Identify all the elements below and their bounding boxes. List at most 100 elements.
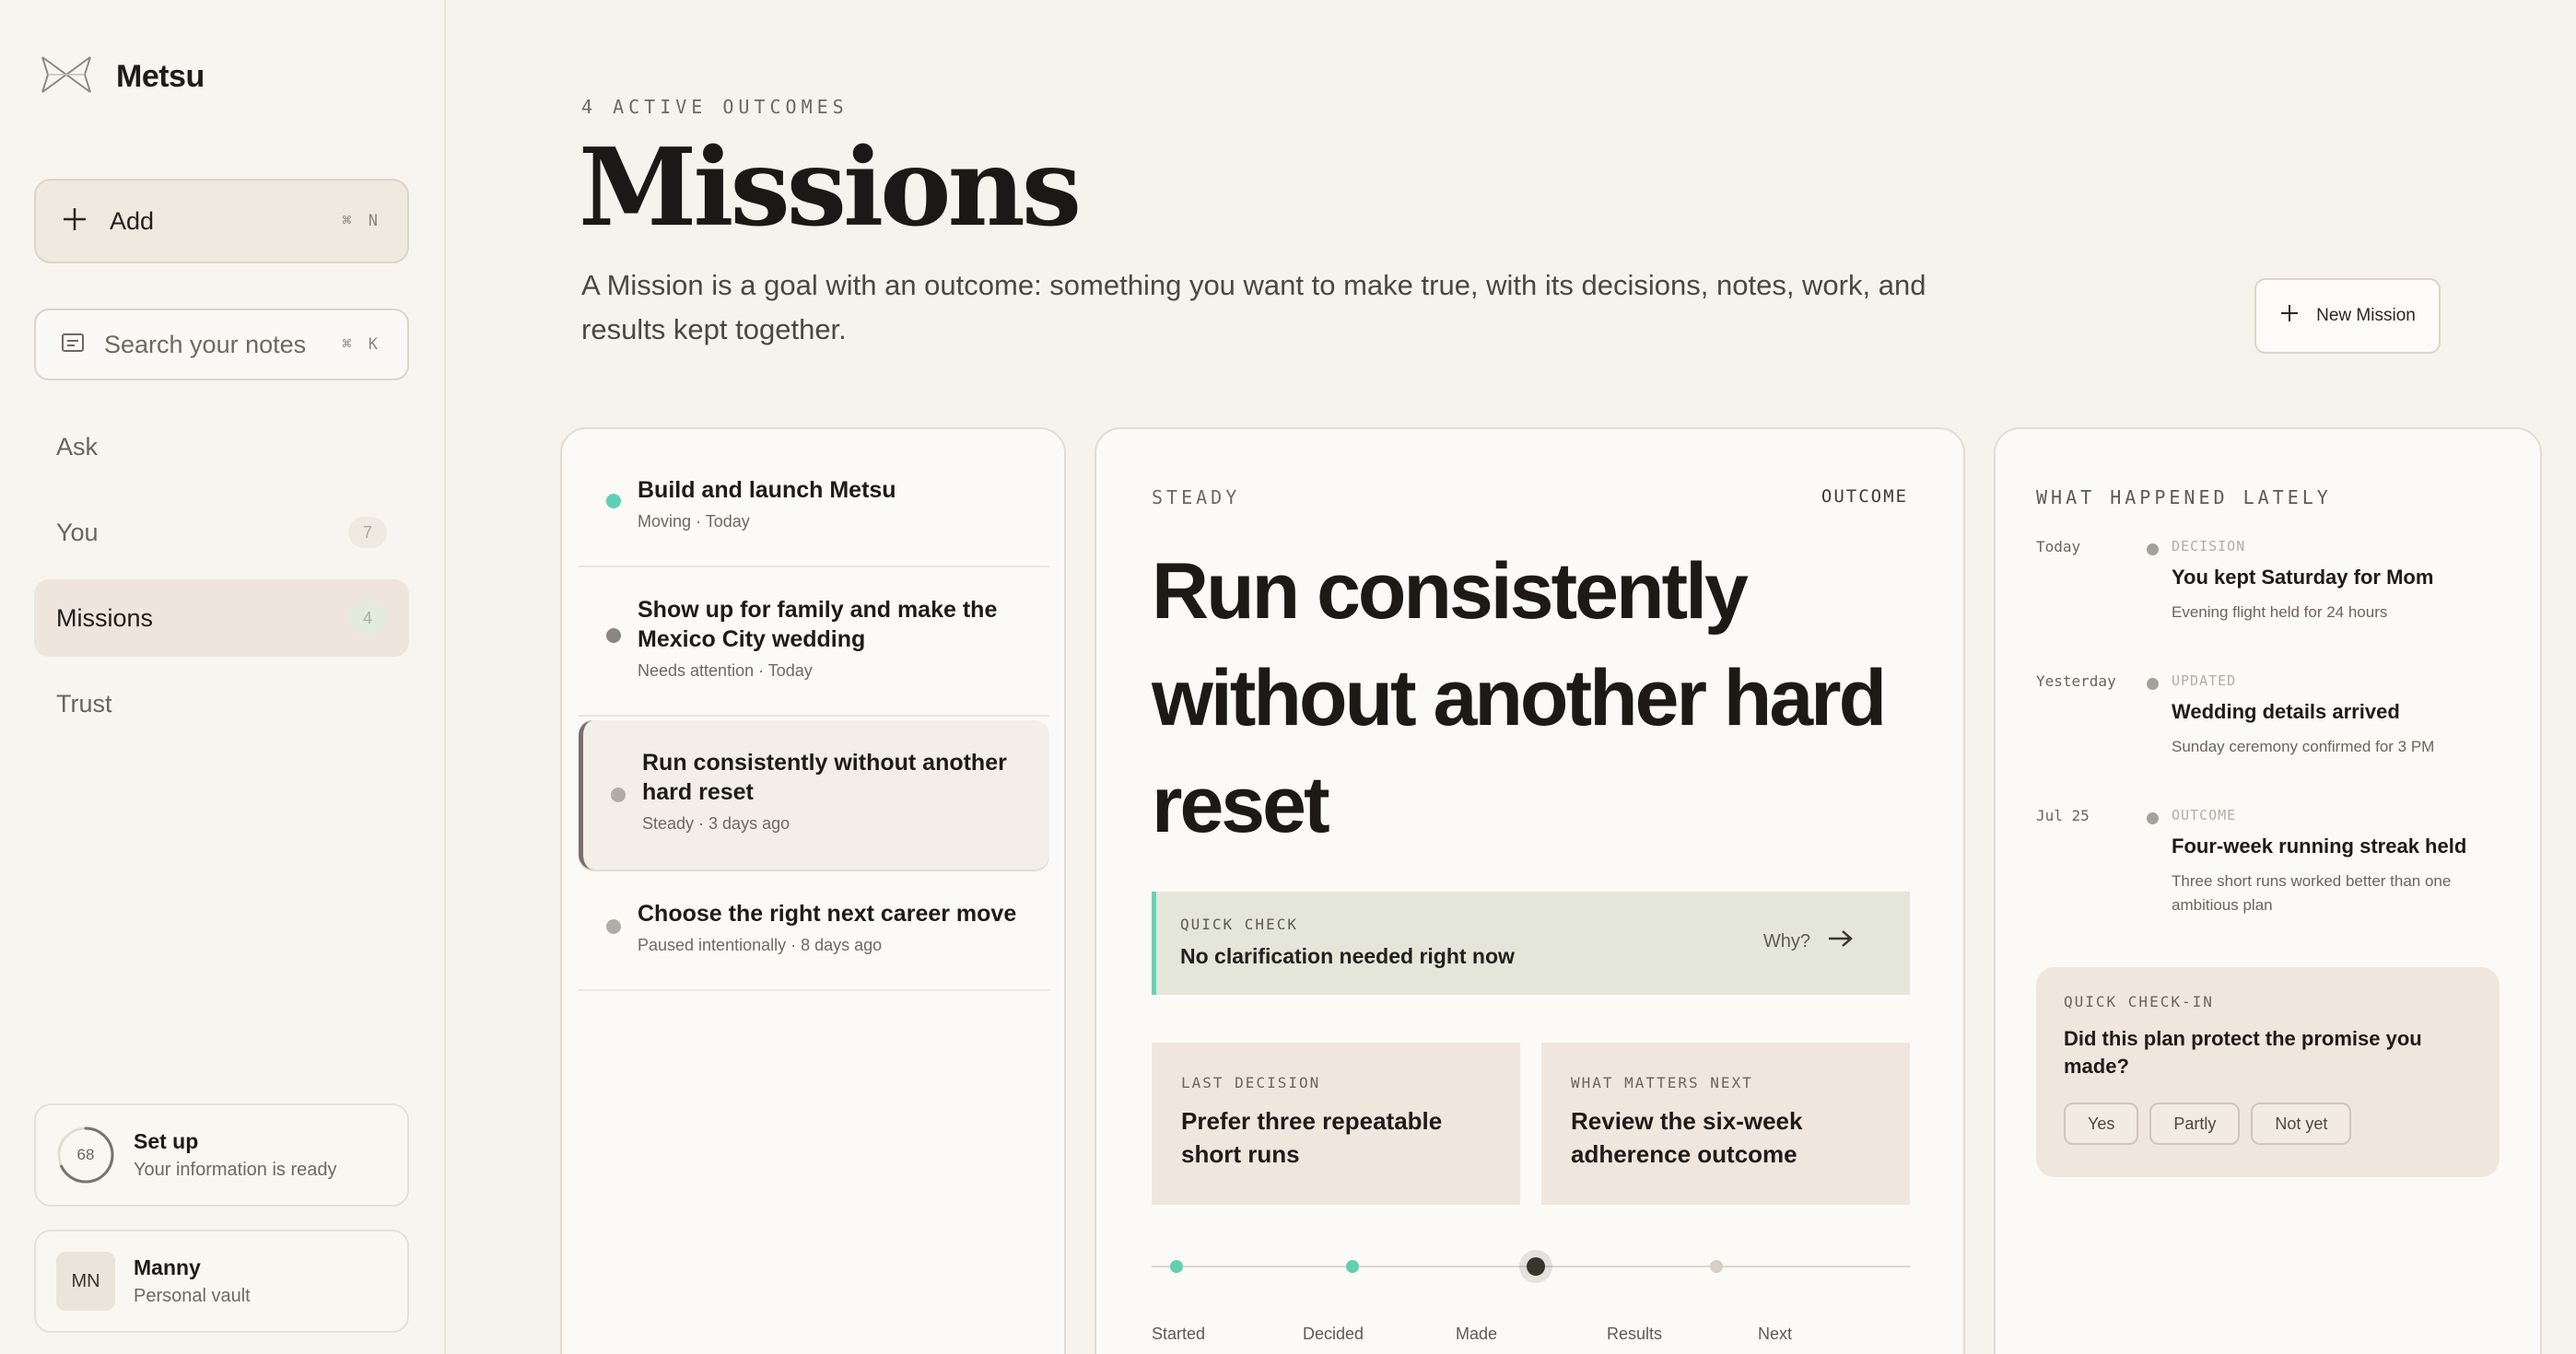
feed-dot — [2147, 812, 2159, 824]
search-placeholder: Search your notes — [104, 330, 307, 358]
mission-meta: Paused intentionally · 8 days ago — [638, 936, 883, 954]
feed-dot — [2147, 678, 2159, 690]
mission-item[interactable]: Choose the right next career move Paused… — [579, 899, 1049, 973]
feed-kind: DECISION — [2172, 538, 2246, 554]
brand[interactable]: Metsu — [41, 55, 205, 99]
mission-kind: OUTCOME — [1821, 486, 1908, 507]
mission-status: STEADY — [1152, 486, 1241, 508]
feed-when: Jul 25 — [2036, 807, 2090, 824]
mission-title: Choose the right next career move — [638, 901, 1017, 927]
setup-progress-value: 68 — [76, 1146, 95, 1163]
feed-sub: Three short runs worked better than one … — [2172, 872, 2452, 914]
quick-check: QUICK CHECK No clarification needed righ… — [1152, 892, 1910, 995]
arrow-right-icon — [1827, 928, 1855, 954]
timeline-dot-started — [1170, 1260, 1183, 1273]
nav-item-ask[interactable]: Ask — [34, 408, 409, 485]
page-description: A Mission is a goal with an outcome: som… — [581, 269, 1926, 345]
setup-title: Set up — [134, 1129, 199, 1153]
nav-item-missions[interactable]: Missions 4 — [34, 579, 409, 657]
activity-feed: WHAT HAPPENED LATELY Today DECISION You … — [1994, 427, 2542, 1354]
why-label: Why? — [1762, 930, 1810, 951]
user-card[interactable]: MN Manny Personal vault — [34, 1230, 409, 1333]
app-name: Metsu — [116, 59, 205, 94]
mission-item-selected[interactable]: Run consistently without another hard re… — [579, 720, 1049, 870]
checkin-yes-button[interactable]: Yes — [2064, 1103, 2139, 1145]
metsu-logo-icon — [41, 55, 92, 99]
nav-label: Ask — [56, 432, 99, 461]
next-text: Review the six-week adherence outcome — [1571, 1107, 1803, 1168]
mission-title: Build and launch Metsu — [638, 477, 896, 503]
feed-title: WHAT HAPPENED LATELY — [2036, 486, 2332, 508]
status-dot — [606, 919, 621, 934]
mission-meta: Needs attention · Today — [638, 661, 813, 680]
avatar: MN — [56, 1252, 115, 1311]
feed-kind: OUTCOME — [2172, 807, 2237, 823]
last-decision-label: LAST DECISION — [1181, 1074, 1321, 1091]
page-eyebrow: 4 ACTIVE OUTCOMES — [581, 96, 849, 118]
checkin-not-yet-button[interactable]: Not yet — [2251, 1103, 2352, 1145]
nav-label: Trust — [56, 689, 112, 718]
last-decision-card: LAST DECISION Prefer three repeatable sh… — [1152, 1043, 1520, 1205]
nav-label: Missions — [56, 603, 154, 632]
timeline-label: Results — [1607, 1325, 1663, 1343]
status-dot — [611, 788, 626, 802]
feed-sub: Sunday ceremony confirmed for 3 PM — [2172, 738, 2435, 755]
timeline-label: Made — [1456, 1325, 1498, 1343]
nav-label: You — [56, 518, 99, 546]
page-title: Missions — [579, 125, 1082, 251]
new-mission-button[interactable]: New Mission — [2254, 278, 2441, 354]
add-label: Add — [110, 206, 155, 235]
search-shortcut: ⌘ K — [342, 335, 381, 354]
mission-title: Run consistently without another hard re… — [642, 750, 1007, 805]
feed-when: Today — [2036, 538, 2081, 555]
nav-item-trust[interactable]: Trust — [34, 665, 409, 742]
status-dot — [606, 628, 621, 643]
mission-title: Show up for family and make the Mexico C… — [638, 597, 998, 652]
sidebar: Metsu Add ⌘ N Search your notes ⌘ K Ask … — [0, 0, 446, 1354]
search-input[interactable]: Search your notes ⌘ K — [34, 309, 409, 380]
setup-card[interactable]: 68 Set up Your information is ready — [34, 1103, 409, 1207]
mission-title: Run consistently without another hard re… — [1152, 547, 1887, 849]
nav-badge: 4 — [348, 602, 387, 634]
divider — [579, 715, 1049, 717]
divider — [579, 989, 1049, 991]
feed-kind: UPDATED — [2172, 672, 2237, 689]
checkin-question: Did this plan protect the promise you ma… — [2064, 1027, 2422, 1078]
mission-detail: STEADY OUTCOME Run consistently without … — [1095, 427, 1965, 1354]
mission-meta: Moving · Today — [638, 512, 750, 531]
feed-sub: Evening flight held for 24 hours — [2172, 603, 2388, 621]
feed-when: Yesterday — [2036, 672, 2116, 690]
mission-item[interactable]: Build and launch Metsu Moving · Today — [579, 475, 1049, 549]
why-button[interactable]: Why? — [1763, 928, 1855, 954]
timeline-dot-made — [1527, 1257, 1545, 1276]
setup-progress-ring: 68 — [56, 1126, 115, 1185]
last-decision-text: Prefer three repeatable short runs — [1181, 1107, 1443, 1168]
feed-title-text: Wedding details arrived — [2172, 700, 2400, 723]
new-mission-label: New Mission — [2316, 306, 2416, 325]
timeline-dot-results — [1710, 1260, 1723, 1273]
plus-icon — [2279, 303, 2300, 329]
add-button[interactable]: Add ⌘ N — [34, 179, 409, 263]
divider — [579, 566, 1049, 567]
feed-title-text: Four-week running streak held — [2172, 835, 2467, 858]
mission-item[interactable]: Show up for family and make the Mexico C… — [579, 595, 1049, 696]
next-card: WHAT MATTERS NEXT Review the six-week ad… — [1541, 1043, 1910, 1205]
note-icon — [62, 333, 84, 356]
user-subtitle: Personal vault — [134, 1286, 251, 1306]
mission-list: Build and launch Metsu Moving · Today Sh… — [560, 427, 1066, 1354]
checkin-label: QUICK CHECK-IN — [2064, 993, 2214, 1010]
user-name: Manny — [134, 1255, 201, 1279]
nav-item-you[interactable]: You 7 — [34, 494, 409, 571]
timeline-dot-decided — [1346, 1260, 1359, 1273]
plus-icon — [62, 206, 88, 237]
setup-subtitle: Your information is ready — [134, 1160, 337, 1180]
feed-dot — [2147, 543, 2159, 555]
status-dot — [606, 494, 621, 508]
mission-meta: Steady · 3 days ago — [642, 814, 790, 833]
checkin-partly-button[interactable]: Partly — [2149, 1103, 2241, 1145]
feed-title-text: You kept Saturday for Mom — [2172, 566, 2434, 589]
timeline-label: Decided — [1303, 1325, 1364, 1343]
quick-checkin-card: QUICK CHECK-IN Did this plan protect the… — [2036, 967, 2500, 1177]
add-shortcut: ⌘ N — [342, 212, 381, 230]
timeline-label: Next — [1758, 1325, 1793, 1343]
